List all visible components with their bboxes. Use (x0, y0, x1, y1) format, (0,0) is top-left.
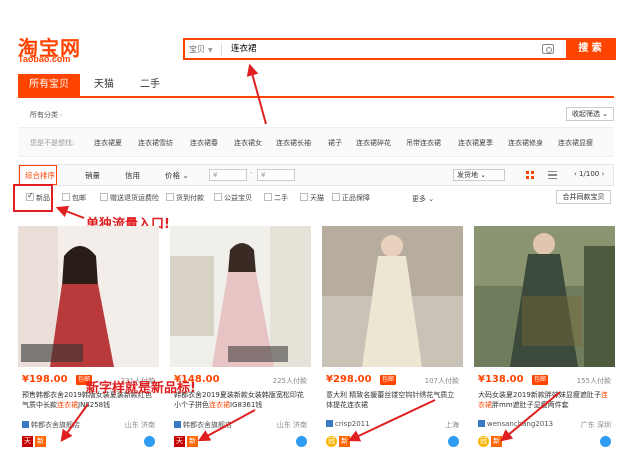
annotation-arrow (246, 63, 267, 125)
annotation-new-label-text: 新字样就是新品标! (86, 381, 196, 396)
annotation-arrow (347, 399, 436, 442)
annotation-arrow (500, 391, 561, 442)
annotation-arrow (60, 403, 89, 442)
annotation-arrow (55, 205, 85, 219)
annotation-arrow (197, 409, 256, 442)
